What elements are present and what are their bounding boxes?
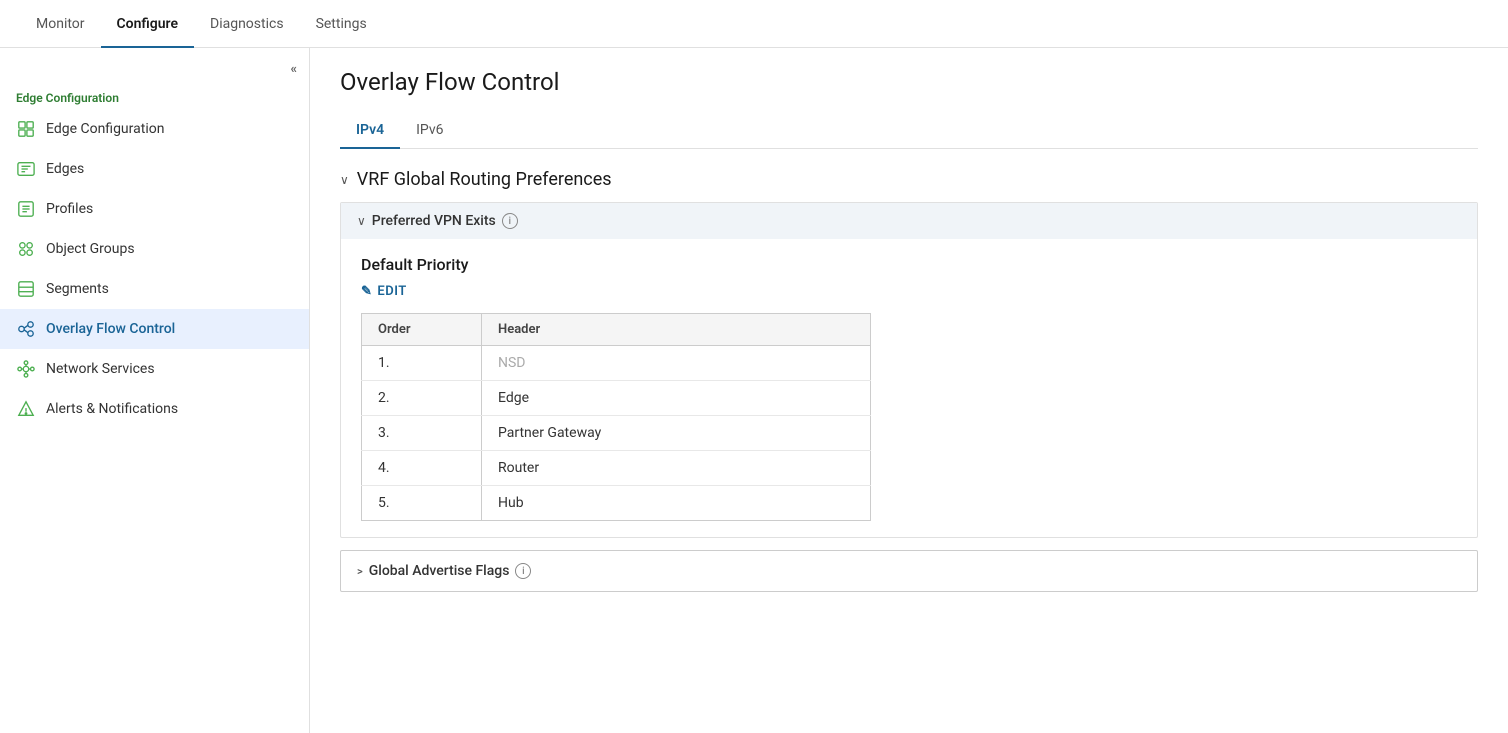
table-row: 1. NSD [362,346,871,381]
vrf-section-header[interactable]: ∨ VRF Global Routing Preferences [340,169,1478,190]
top-navigation: Monitor Configure Diagnostics Settings [0,0,1508,48]
sidebar-item-label: Edge Configuration [46,121,164,137]
profiles-icon [16,199,36,219]
edge-icon [16,159,36,179]
page-title: Overlay Flow Control [340,68,1478,96]
sidebar-item-label: Object Groups [46,241,135,257]
sidebar-item-object-groups[interactable]: Object Groups [0,229,309,269]
global-advertise-flags-header[interactable]: > Global Advertise Flags i [341,551,1477,591]
default-priority-label: Default Priority [361,255,1457,274]
sidebar-item-label: Alerts & Notifications [46,401,178,417]
sidebar-item-label: Overlay Flow Control [46,321,175,337]
row-header: NSD [482,346,871,381]
row-order: 1. [362,346,482,381]
vrf-section: ∨ VRF Global Routing Preferences ∨ Prefe… [340,169,1478,592]
row-header: Partner Gateway [482,416,871,451]
preferred-vpn-exits-info-icon[interactable]: i [502,213,518,229]
col-header-header: Header [482,314,871,346]
sidebar-item-profiles[interactable]: Profiles [0,189,309,229]
preferred-vpn-exits-header[interactable]: ∨ Preferred VPN Exits i [341,203,1477,239]
tabs-container: IPv4 IPv6 [340,112,1478,149]
table-row: 2. Edge [362,381,871,416]
global-advertise-flags-label: Global Advertise Flags [369,563,510,579]
sidebar-section-label: Edge Configuration [0,85,309,109]
chevron-down-icon: ∨ [340,173,349,187]
sidebar-item-network-services[interactable]: Network Services [0,349,309,389]
sidebar-item-label: Edges [46,161,84,177]
vrf-section-title: VRF Global Routing Preferences [357,169,612,190]
edit-label: EDIT [377,284,406,299]
sidebar-item-edges[interactable]: Edges [0,149,309,189]
nav-configure[interactable]: Configure [101,0,194,48]
subsection-chevron-icon: ∨ [357,214,366,228]
sidebar-item-label: Network Services [46,361,155,377]
main-layout: « Edge Configuration Edge Configuration [0,48,1508,733]
global-advertise-flags-section: > Global Advertise Flags i [340,550,1478,592]
preferred-vpn-exits-subsection: ∨ Preferred VPN Exits i Default Priority… [340,202,1478,538]
sidebar-item-alerts-notifications[interactable]: Alerts & Notifications [0,389,309,429]
object-groups-icon [16,239,36,259]
table-row: 3. Partner Gateway [362,416,871,451]
nav-settings[interactable]: Settings [300,0,383,48]
network-icon [16,359,36,379]
grid-icon [16,119,36,139]
row-header: Edge [482,381,871,416]
tab-ipv6[interactable]: IPv6 [400,112,459,148]
tab-ipv4[interactable]: IPv4 [340,112,400,148]
sidebar-item-overlay-flow-control[interactable]: Overlay Flow Control [0,309,309,349]
alerts-icon [16,399,36,419]
chevron-right-icon: > [357,565,363,578]
pencil-icon: ✎ [361,284,372,299]
edit-button[interactable]: ✎ EDIT [361,284,1457,299]
sidebar-item-segments[interactable]: Segments [0,269,309,309]
row-order: 4. [362,451,482,486]
nav-diagnostics[interactable]: Diagnostics [194,0,300,48]
collapse-button[interactable]: « [0,58,309,85]
preferred-vpn-exits-body: Default Priority ✎ EDIT Order Header [341,239,1477,537]
row-order: 5. [362,486,482,521]
sidebar-item-label: Segments [46,281,109,297]
table-row: 5. Hub [362,486,871,521]
overlay-icon [16,319,36,339]
nav-monitor[interactable]: Monitor [20,0,101,48]
collapse-icon[interactable]: « [291,62,298,77]
content-area: Overlay Flow Control IPv4 IPv6 ∨ VRF Glo… [310,48,1508,733]
preferred-vpn-exits-label: Preferred VPN Exits [372,213,496,229]
segments-icon [16,279,36,299]
table-row: 4. Router [362,451,871,486]
row-order: 2. [362,381,482,416]
col-header-order: Order [362,314,482,346]
sidebar: « Edge Configuration Edge Configuration [0,48,310,733]
sidebar-item-label: Profiles [46,201,93,217]
priority-table: Order Header 1. NSD 2. Edge [361,313,871,521]
global-advertise-flags-info-icon[interactable]: i [515,563,531,579]
row-header: Router [482,451,871,486]
row-header: Hub [482,486,871,521]
row-order: 3. [362,416,482,451]
sidebar-item-edge-configuration[interactable]: Edge Configuration [0,109,309,149]
